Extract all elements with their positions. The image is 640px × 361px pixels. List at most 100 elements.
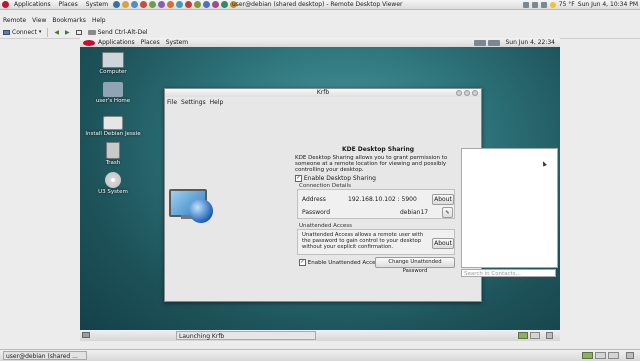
enable-sharing-checkbox[interactable]: ✓ — [295, 175, 302, 182]
desktop-icon-label: user's Home — [95, 98, 131, 104]
krfb-window: Krfb File Settings Help KDE Desktop Shar… — [164, 88, 558, 302]
workspace-switcher-icon[interactable] — [595, 352, 606, 359]
launcher-bar — [113, 1, 239, 8]
krfb-title-text: Krfb — [316, 89, 330, 96]
weather-text: 75 °F — [558, 1, 575, 8]
enable-sharing-row[interactable]: ✓ Enable Desktop Sharing — [295, 175, 376, 182]
app-launcher-icon[interactable] — [167, 1, 175, 8]
app-launcher-icon[interactable] — [140, 1, 148, 8]
app-launcher-icon[interactable] — [185, 1, 193, 8]
app-launcher-icon[interactable] — [113, 1, 121, 8]
contacts-search-input[interactable]: Search in Contacts... — [461, 269, 556, 277]
desktop-icon-label: U3 System — [98, 189, 128, 195]
remote-menu-places[interactable]: Places — [138, 39, 163, 46]
desktop-icon-install[interactable]: Install Debian Jessie — [83, 116, 143, 137]
forward-button[interactable]: ▶ — [62, 27, 73, 37]
remote-volume-icon[interactable] — [488, 39, 501, 46]
edit-password-button[interactable]: ✎ — [442, 207, 453, 218]
weather-icon — [549, 1, 556, 8]
app-launcher-icon[interactable] — [203, 1, 211, 8]
send-ctrl-alt-del-button[interactable]: Send Ctrl-Alt-Del — [85, 27, 151, 37]
system-tray: 75 °F Sun Jun 4, 10:34 PM — [522, 0, 638, 9]
fullscreen-icon — [75, 29, 82, 35]
menu-help[interactable]: Help — [89, 17, 109, 24]
workspace-switcher-icon[interactable] — [530, 332, 540, 339]
app-launcher-icon[interactable] — [131, 1, 139, 8]
krfb-titlebar[interactable]: Krfb — [165, 89, 481, 97]
contacts-list[interactable] — [461, 148, 558, 268]
desktop-icon-trash[interactable]: Trash — [83, 142, 143, 166]
remote-tray: Sun Jun 4, 22:34 — [474, 38, 558, 47]
workspace-switcher-icon[interactable] — [582, 352, 593, 359]
password-value: debian17 — [400, 209, 429, 216]
enable-unattended-row[interactable]: ✓ Enable Unattended Access — [299, 259, 381, 266]
menu-remote[interactable]: Remote — [0, 17, 29, 24]
enable-sharing-label: Enable Desktop Sharing — [303, 175, 376, 182]
close-button[interactable] — [472, 90, 478, 96]
app-launcher-icon[interactable] — [212, 1, 220, 8]
app-launcher-icon[interactable] — [194, 1, 202, 8]
menu-view[interactable]: View — [29, 17, 49, 24]
minimize-button[interactable] — [456, 90, 462, 96]
connect-button[interactable]: Connect ▾ — [0, 27, 44, 37]
volume-icon[interactable] — [531, 1, 538, 8]
outer-top-panel: Applications Places System user@debian (… — [0, 0, 640, 10]
outer-menu-places[interactable]: Places — [56, 1, 81, 8]
app-launcher-icon[interactable] — [158, 1, 166, 8]
outer-taskbar-item[interactable]: user@debian (shared ... — [3, 351, 87, 360]
trash-applet-icon[interactable] — [546, 332, 553, 339]
remote-menu-system[interactable]: System — [163, 39, 191, 46]
remote-menu-applications[interactable]: Applications — [95, 39, 138, 46]
back-button[interactable]: ◀ — [51, 27, 62, 37]
change-unattended-password-button[interactable]: Change Unattended Password — [375, 257, 455, 274]
outer-menu-system[interactable]: System — [83, 1, 111, 8]
krfb-menu-file[interactable]: File — [165, 99, 179, 106]
trash-applet-icon[interactable] — [626, 352, 634, 359]
app-launcher-icon[interactable] — [176, 1, 184, 8]
trash-icon — [106, 142, 120, 159]
remote-network-icon[interactable] — [474, 39, 487, 46]
outer-menu-applications[interactable]: Applications — [11, 1, 54, 8]
send-keys-label: Send Ctrl-Alt-Del — [97, 28, 148, 36]
panel-window-title: user@debian (shared desktop) - Remote De… — [232, 1, 403, 8]
computer-icon — [102, 52, 124, 68]
debian-logo-icon — [2, 1, 9, 8]
krfb-menubar: File Settings Help — [165, 98, 481, 106]
outer-clock[interactable]: Sun Jun 4, 10:34 PM — [578, 1, 638, 8]
maximize-button[interactable] — [464, 90, 470, 96]
desktop-icon-label: Install Debian Jessie — [85, 131, 141, 137]
remote-clock-text[interactable]: Sun Jun 4, 22:34 — [502, 39, 558, 46]
krfb-menu-help[interactable]: Help — [208, 99, 226, 106]
krfb-menu-settings[interactable]: Settings — [179, 99, 208, 106]
remote-taskbar: Launching Krfb — [80, 330, 560, 341]
desktop-icon-home[interactable]: user's Home — [83, 82, 143, 104]
connect-label: Connect — [12, 28, 37, 36]
workspace-switcher-icon[interactable] — [518, 332, 528, 339]
app-launcher-icon[interactable] — [149, 1, 157, 8]
power-icon[interactable] — [540, 1, 547, 8]
address-value: 192.168.10.102 : 5900 — [348, 196, 417, 203]
keyboard-icon — [87, 29, 96, 35]
about-unattended-button[interactable]: About — [432, 238, 454, 249]
enable-unattended-checkbox[interactable]: ✓ — [299, 259, 306, 266]
fullscreen-button[interactable] — [73, 27, 85, 37]
password-label: Password — [302, 209, 331, 216]
desktop-icon-u3[interactable]: U3 System — [83, 172, 143, 195]
about-address-button[interactable]: About — [432, 194, 454, 205]
workspace-switcher-icon[interactable] — [608, 352, 619, 359]
app-launcher-icon[interactable] — [221, 1, 229, 8]
app-launcher-icon[interactable] — [122, 1, 130, 8]
disc-icon — [105, 172, 121, 188]
desktop-sharing-illustration-icon — [169, 187, 213, 227]
remote-debian-logo-icon — [83, 39, 95, 46]
menu-bookmarks[interactable]: Bookmarks — [49, 17, 89, 24]
remote-taskbar-item[interactable]: Launching Krfb — [176, 331, 316, 340]
show-desktop-icon[interactable] — [82, 332, 90, 338]
remote-desktop[interactable]: Applications Places System Sun Jun 4, 22… — [80, 38, 560, 341]
enable-unattended-label: Enable Unattended Access — [307, 260, 382, 266]
back-arrow-icon: ◀ — [54, 28, 59, 36]
pencil-icon: ✎ — [445, 210, 450, 216]
desktop-icon-label: Computer — [99, 69, 127, 75]
network-icon[interactable] — [522, 1, 529, 8]
desktop-icon-computer[interactable]: Computer — [83, 52, 143, 75]
